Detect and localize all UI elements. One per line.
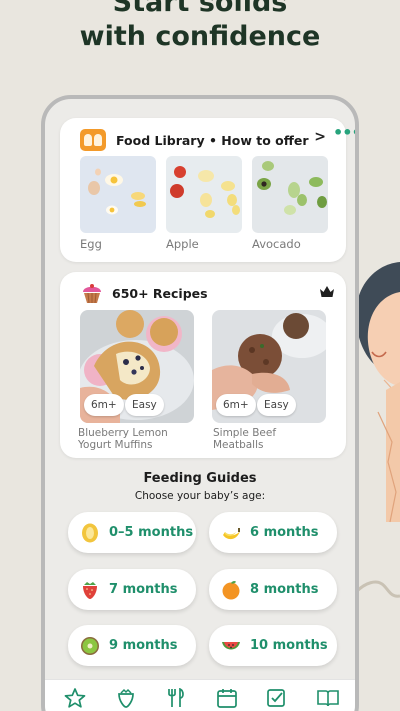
food-label-apple: Apple <box>166 237 199 251</box>
recipe-difficulty-badge: Easy <box>125 394 164 416</box>
food-label-egg: Egg <box>80 237 102 251</box>
crown-icon <box>320 286 334 297</box>
recipe-name-muffins[interactable]: Blueberry Lemon Yogurt Muffins <box>78 427 198 451</box>
watermelon-icon <box>222 641 240 649</box>
age-option-0-5-months[interactable]: 0–5 months <box>68 512 196 553</box>
recipe-age-badge: 6m+ <box>84 394 124 416</box>
more-dots-icon[interactable]: ••• <box>333 123 355 142</box>
feeding-guides-title: Feeding Guides <box>143 471 257 486</box>
food-library-header[interactable]: Food Library • How to offer > <box>80 128 330 152</box>
food-image-avocado[interactable] <box>252 156 328 233</box>
age-option-label: 7 months <box>109 582 178 597</box>
recipe-name-line: Blueberry Lemon <box>78 427 168 439</box>
headline-line-1: Start solids <box>112 0 288 18</box>
book-icon[interactable] <box>317 688 339 708</box>
food-library-title: Food Library • How to offer <box>116 132 309 148</box>
orange-icon <box>222 580 240 599</box>
bottle-icon <box>82 523 98 542</box>
food-library-card[interactable]: Food Library • How to offer > Egg Apple … <box>60 118 346 262</box>
tab-bar <box>45 679 355 711</box>
age-option-7-months[interactable]: 7 months <box>68 569 196 610</box>
checklist-icon[interactable] <box>266 688 288 708</box>
strawberry-outline-icon[interactable] <box>115 688 137 708</box>
headline-line-2: with confidence <box>79 21 321 52</box>
recipe-name-line: Yogurt Muffins <box>78 439 153 451</box>
recipe-age-badge: 6m+ <box>216 394 256 416</box>
age-option-label: 9 months <box>109 638 178 653</box>
headline: Start solids with confidence <box>0 0 400 54</box>
recipe-difficulty-badge: Easy <box>257 394 296 416</box>
cupcake-icon <box>83 284 101 304</box>
recipes-title: 650+ Recipes <box>112 285 208 301</box>
food-library-icon <box>80 129 106 151</box>
recipe-name-meatballs[interactable]: Simple Beef Meatballs <box>213 427 333 451</box>
age-option-label: 8 months <box>250 582 319 597</box>
character-illustration <box>356 262 400 598</box>
phone-frame: Food Library • How to offer > Egg Apple … <box>41 95 359 711</box>
kiwi-icon <box>81 636 99 655</box>
chevron-right-icon[interactable]: > <box>314 129 326 145</box>
feeding-guides-subtitle: Choose your baby’s age: <box>134 490 266 502</box>
utensils-icon[interactable] <box>165 688 187 708</box>
banana-icon <box>223 527 240 539</box>
age-option-6-months[interactable]: 6 months <box>209 512 337 553</box>
recipes-header[interactable]: 650+ Recipes <box>80 282 208 304</box>
age-option-label: 6 months <box>250 525 319 540</box>
recipes-card[interactable]: 650+ Recipes 6m+ Easy 6m+ Easy Blueberry… <box>60 272 346 458</box>
food-image-egg[interactable] <box>80 156 156 233</box>
star-icon[interactable] <box>64 688 86 708</box>
calendar-icon[interactable] <box>216 688 238 708</box>
age-option-8-months[interactable]: 8 months <box>209 569 337 610</box>
age-option-label: 0–5 months <box>109 525 194 540</box>
recipe-name-line: Meatballs <box>213 439 264 451</box>
food-label-avocado: Avocado <box>252 237 301 251</box>
recipe-name-line: Simple Beef <box>213 427 277 439</box>
age-option-10-months[interactable]: 10 months <box>209 625 337 666</box>
food-image-apple[interactable] <box>166 156 242 233</box>
age-option-9-months[interactable]: 9 months <box>68 625 196 666</box>
age-option-label: 10 months <box>250 638 328 653</box>
strawberry-icon <box>83 581 97 599</box>
